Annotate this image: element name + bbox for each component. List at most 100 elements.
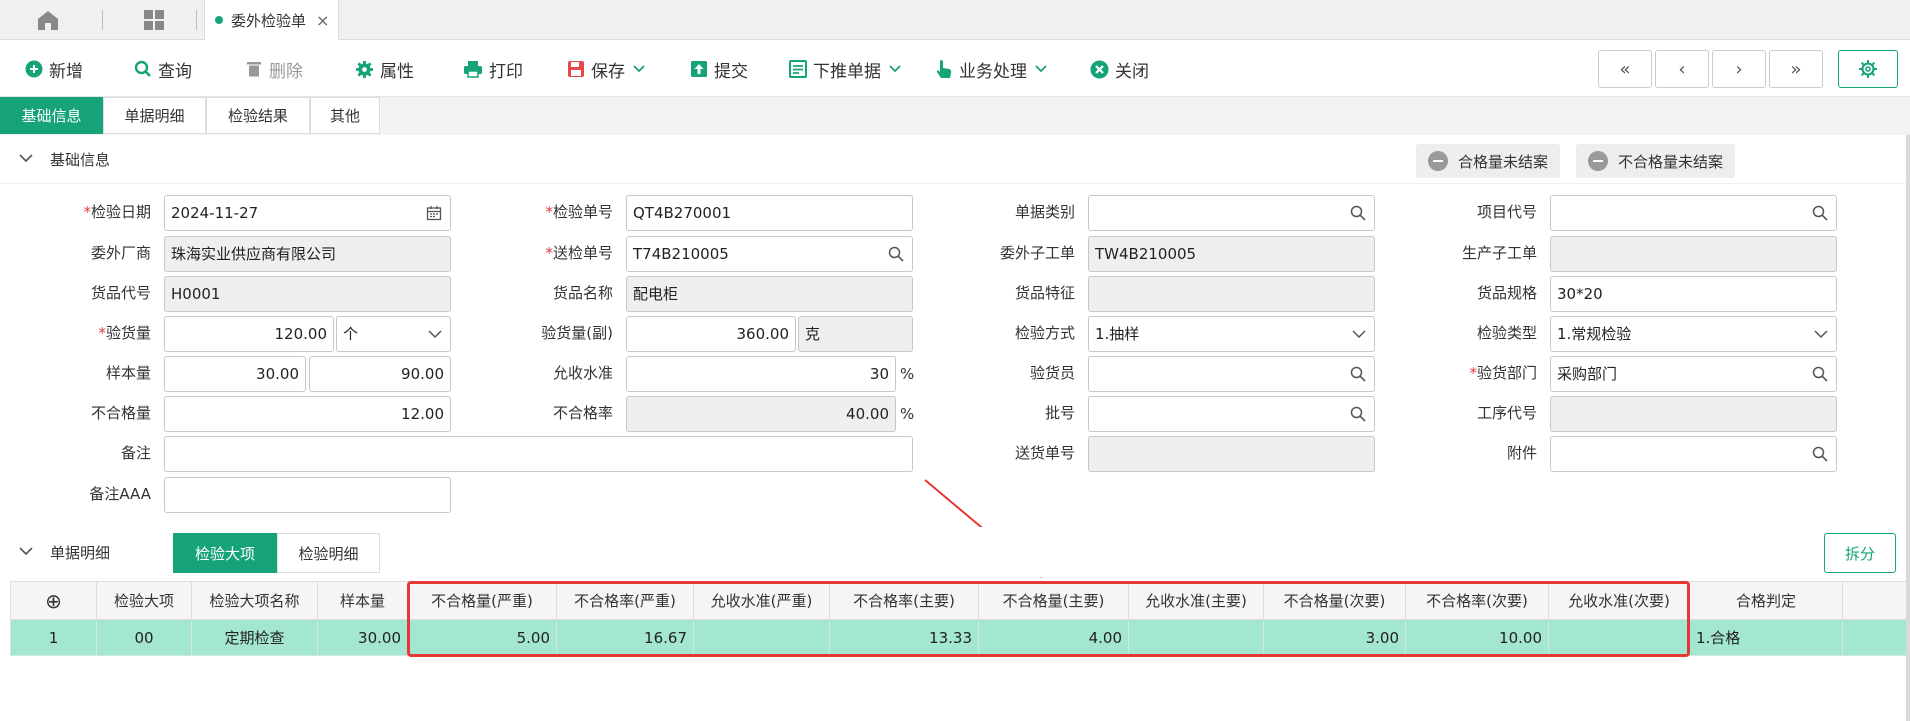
cell-judgement[interactable]: 1.合格 [1689, 619, 1843, 656]
query-label: 查询 [158, 61, 192, 82]
inspector-field[interactable] [1088, 356, 1375, 392]
inspect-qty-label: *验货量 [98, 324, 151, 342]
section-title: 基础信息 [50, 151, 111, 169]
doc-category-field[interactable] [1088, 195, 1375, 231]
inspect-unit-select[interactable]: 个 [336, 316, 451, 352]
plus-circle-icon[interactable]: ⊕ [45, 589, 62, 613]
unqualified-qty-field[interactable]: 12.00 [164, 396, 451, 432]
inspect-dept-field[interactable]: 采购部门 [1550, 356, 1837, 392]
remark-aaa-field[interactable] [164, 477, 451, 513]
nav-prev-button[interactable]: ‹ [1655, 50, 1709, 88]
unqualified-open-button[interactable]: 不合格量未结案 [1576, 144, 1736, 178]
cell-major-name[interactable]: 定期检查 [191, 619, 318, 656]
col-header[interactable]: 不合格量(严重) [407, 581, 557, 620]
goods-spec-field[interactable]: 30*20 [1550, 276, 1837, 312]
inspect-no-field[interactable]: QT4B270001 [626, 195, 913, 231]
grid-icon[interactable] [142, 8, 166, 32]
unqualified-rate-field: 40.00 [626, 396, 896, 432]
cell-unqualified-rate-critical[interactable]: 16.67 [556, 619, 694, 656]
chevron-down-icon[interactable] [18, 543, 34, 559]
new-button[interactable]: 新增 [25, 54, 83, 84]
tab-inspection-doc[interactable]: 委外检验单 × [204, 0, 339, 40]
send-no-label: *送检单号 [545, 244, 613, 262]
attachment-field[interactable] [1550, 436, 1837, 472]
tab-basic-info[interactable]: 基础信息 [0, 97, 103, 134]
cell-aql-major[interactable] [1128, 619, 1264, 656]
cell-unqualified-qty-minor[interactable]: 3.00 [1263, 619, 1406, 656]
inspect-date-field[interactable]: 2024-11-27 [164, 195, 451, 231]
tab-other[interactable]: 其他 [310, 97, 380, 134]
col-header[interactable]: 样本量 [317, 581, 408, 620]
cell-unqualified-rate-minor[interactable]: 10.00 [1405, 619, 1549, 656]
calendar-icon[interactable] [426, 205, 442, 221]
col-header[interactable]: 检验大项 [96, 581, 192, 620]
section-title: 单据明细 [50, 544, 111, 562]
row-index[interactable]: 1 [10, 619, 97, 656]
cell-sample-qty[interactable]: 30.00 [317, 619, 408, 656]
col-header[interactable]: 不合格率(严重) [556, 581, 694, 620]
tab-inspection-results[interactable]: 检验结果 [206, 97, 310, 134]
col-header[interactable]: 允收水准(严重) [693, 581, 830, 620]
send-no-field[interactable]: T74B210005 [626, 236, 913, 272]
sub-order-field: TW4B210005 [1088, 236, 1375, 272]
aql-field[interactable]: 30 [626, 356, 896, 392]
business-process-button[interactable]: 业务处理 [935, 54, 1053, 84]
sample-qty-sub-field[interactable]: 90.00 [309, 356, 451, 392]
cell-aql-minor[interactable] [1548, 619, 1690, 656]
settings-button[interactable] [1838, 50, 1898, 88]
split-button[interactable]: 拆分 [1824, 533, 1896, 573]
close-button[interactable]: 关闭 [1090, 54, 1149, 84]
inspect-qty-field[interactable]: 120.00 [164, 316, 334, 352]
batch-no-field[interactable] [1088, 396, 1375, 432]
inspect-method-select[interactable]: 1.抽样 [1088, 316, 1375, 352]
save-label: 保存 [591, 61, 625, 82]
col-header[interactable]: 不合格率(主要) [829, 581, 979, 620]
print-button[interactable]: 打印 [463, 54, 523, 84]
col-header[interactable]: 合格判定 [1689, 581, 1843, 620]
nav-next-button[interactable]: › [1712, 50, 1766, 88]
inspect-type-select[interactable]: 1.常规检验 [1550, 316, 1837, 352]
save-button[interactable]: 保存 [567, 54, 651, 84]
remark-field[interactable] [164, 436, 913, 472]
inspect-qty-sub-label: 验货量(副) [541, 324, 613, 342]
tab-inspection-major[interactable]: 检验大项 [173, 533, 277, 573]
delete-button[interactable]: 删除 [245, 54, 303, 84]
col-header[interactable]: 检验大项名称 [191, 581, 318, 620]
gear-icon [355, 60, 374, 78]
query-button[interactable]: 查询 [134, 54, 192, 84]
project-code-field[interactable] [1550, 195, 1837, 231]
col-header[interactable]: 允收水准(次要) [1548, 581, 1690, 620]
tab-label: 委外检验单 [231, 11, 307, 30]
push-down-button[interactable]: 下推单据 [789, 54, 907, 84]
minus-circle-icon [1428, 151, 1448, 171]
chevron-down-icon[interactable] [18, 150, 34, 166]
home-icon[interactable] [35, 8, 61, 32]
cell-unqualified-qty-critical[interactable]: 5.00 [407, 619, 557, 656]
search-icon[interactable] [1812, 446, 1828, 462]
properties-button[interactable]: 属性 [355, 54, 414, 84]
close-tab-icon[interactable]: × [316, 11, 329, 30]
tab-inspection-detail[interactable]: 检验明细 [277, 533, 380, 573]
col-header[interactable]: 允收水准(主要) [1128, 581, 1264, 620]
inspector-label: 验货员 [1029, 364, 1075, 382]
tab-doc-details[interactable]: 单据明细 [103, 97, 206, 134]
goods-code-label: 货品代号 [90, 284, 151, 302]
cell-major-code[interactable]: 00 [96, 619, 192, 656]
search-icon[interactable] [1812, 366, 1828, 382]
qualified-open-button[interactable]: 合格量未结案 [1416, 144, 1561, 178]
table-row[interactable]: 1 00 定期检查 30.00 5.00 16.67 13.33 4.00 3.… [10, 619, 1907, 656]
cell-unqualified-rate-major[interactable]: 13.33 [829, 619, 979, 656]
cell-unqualified-qty-major[interactable]: 4.00 [978, 619, 1129, 656]
inspect-qty-sub-field[interactable]: 360.00 [626, 316, 796, 352]
sample-qty-field[interactable]: 30.00 [164, 356, 306, 392]
add-row-button[interactable]: ⊕ [10, 581, 97, 620]
col-header[interactable]: 不合格量(次要) [1263, 581, 1406, 620]
nav-last-button[interactable]: » [1769, 50, 1823, 88]
nav-first-button[interactable]: « [1598, 50, 1652, 88]
col-header[interactable]: 不合格率(次要) [1405, 581, 1549, 620]
vertical-scrollbar[interactable] [1906, 135, 1910, 721]
submit-button[interactable]: 提交 [690, 54, 748, 84]
cell-aql-critical[interactable] [693, 619, 830, 656]
search-icon[interactable] [1812, 205, 1828, 221]
col-header[interactable]: 不合格量(主要) [978, 581, 1129, 620]
